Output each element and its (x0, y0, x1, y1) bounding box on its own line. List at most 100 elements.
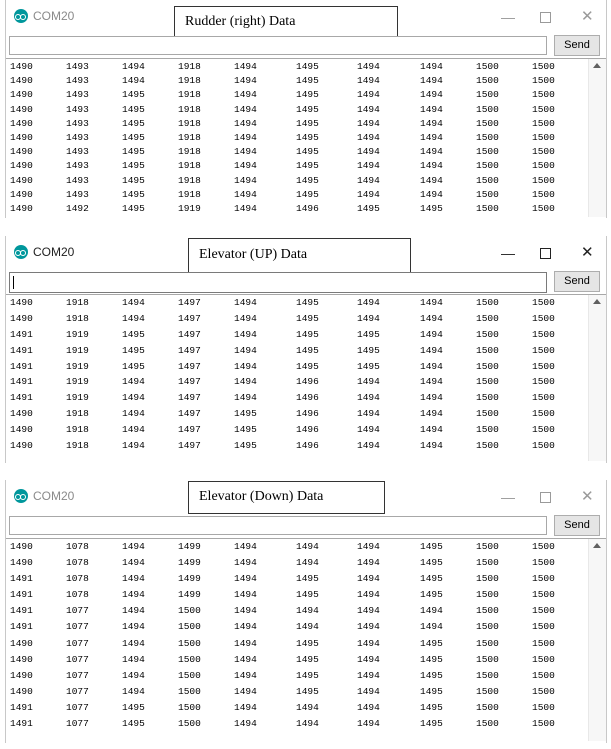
output-value: 1500 (532, 297, 555, 308)
output-value: 1500 (532, 621, 555, 633)
output-value: 1495 (122, 146, 145, 158)
vertical-scrollbar[interactable] (588, 59, 606, 217)
output-row: 1491 1077 1494 1500 1494 1494 1494 1494 1500 1500 (6, 621, 588, 637)
send-button[interactable]: Send (554, 271, 600, 292)
maximize-icon[interactable] (540, 12, 551, 23)
caption-label: Elevator (Down) Data (188, 481, 385, 514)
output-value: 1495 (296, 131, 319, 143)
output-value: 1500 (476, 424, 499, 436)
output-value: 1494 (122, 605, 145, 617)
output-value: 1495 (122, 131, 145, 143)
output-value: 1494 (420, 312, 443, 324)
output-value: 1499 (178, 541, 201, 552)
output-value: 1495 (357, 344, 380, 356)
output-value: 1495 (296, 573, 319, 585)
maximize-icon[interactable] (540, 248, 551, 259)
output-value: 1491 (10, 605, 33, 617)
close-icon[interactable]: ✕ (581, 9, 594, 24)
output-value: 1500 (532, 188, 555, 200)
output-value: 1491 (10, 701, 33, 713)
output-value: 1490 (10, 89, 33, 101)
close-icon[interactable]: ✕ (581, 489, 594, 504)
output-value: 1078 (66, 573, 89, 585)
output-value: 1494 (122, 589, 145, 601)
output-value: 1495 (122, 174, 145, 186)
output-value: 1919 (66, 328, 89, 340)
output-value: 1918 (66, 312, 89, 324)
scroll-up-arrow-icon[interactable] (593, 63, 601, 68)
output-value: 1494 (234, 344, 257, 356)
vertical-scrollbar[interactable] (588, 539, 606, 741)
output-value: 1491 (10, 328, 33, 340)
output-value: 1078 (66, 589, 89, 601)
output-value: 1495 (420, 701, 443, 713)
output-value: 1500 (476, 541, 499, 552)
output-value: 1918 (178, 89, 201, 101)
output-row: 1490 1493 1495 1918 1494 1495 1494 1494 1500 1500 (6, 160, 588, 174)
minimize-icon[interactable]: — (501, 490, 515, 504)
output-row: 1490 1493 1495 1918 1494 1495 1494 1494 1500 1500 (6, 89, 588, 103)
output-rows: 1490 1078 1494 1499 1494 1494 1494 1495 1500 1500… (6, 541, 588, 734)
output-value: 1500 (476, 61, 499, 72)
output-row: 1490 1493 1495 1918 1494 1495 1494 1494 1500 1500 (6, 104, 588, 118)
output-value: 1499 (178, 573, 201, 585)
output-value: 1494 (357, 440, 380, 452)
output-value: 1495 (357, 202, 380, 214)
serial-input[interactable] (9, 272, 547, 293)
output-value: 1500 (476, 160, 499, 172)
output-value: 1500 (476, 131, 499, 143)
output-value: 1494 (122, 653, 145, 665)
maximize-icon[interactable] (540, 492, 551, 503)
output-row: 1490 1493 1495 1918 1494 1495 1494 1494 1500 1500 (6, 146, 588, 160)
output-value: 1494 (296, 605, 319, 617)
send-bar: Send (6, 514, 606, 538)
output-value: 1500 (178, 653, 201, 665)
minimize-icon[interactable]: — (501, 246, 515, 260)
output-value: 1500 (532, 718, 555, 730)
output-value: 1500 (476, 637, 499, 649)
title-bar: COM20 Elevator (UP) Data — ✕ (6, 236, 606, 274)
output-value: 1494 (420, 131, 443, 143)
output-row: 1490 1493 1495 1918 1494 1495 1494 1494 1500 1500 (6, 132, 588, 146)
vertical-scrollbar[interactable] (588, 295, 606, 461)
serial-input[interactable] (9, 516, 547, 535)
output-value: 1500 (476, 392, 499, 404)
output-value: 1500 (476, 146, 499, 158)
caption-label: Elevator (UP) Data (188, 238, 411, 274)
output-value: 1500 (476, 344, 499, 356)
minimize-icon[interactable]: — (501, 10, 515, 24)
output-value: 1490 (10, 312, 33, 324)
output-row: 1491 1919 1495 1497 1494 1495 1495 1494 1500 1500 (6, 345, 588, 361)
close-icon[interactable]: ✕ (581, 245, 594, 260)
send-button[interactable]: Send (554, 515, 600, 536)
scroll-up-arrow-icon[interactable] (593, 543, 601, 548)
serial-input[interactable] (9, 36, 547, 55)
output-value: 1918 (178, 103, 201, 115)
output-value: 1500 (178, 669, 201, 681)
output-value: 1500 (476, 75, 499, 87)
output-value: 1500 (476, 103, 499, 115)
output-value: 1495 (296, 344, 319, 356)
output-value: 1494 (357, 669, 380, 681)
output-value: 1495 (296, 669, 319, 681)
send-button[interactable]: Send (554, 35, 600, 56)
title-bar: COM20 Elevator (Down) Data — ✕ (6, 480, 606, 514)
output-value: 1500 (532, 541, 555, 552)
scroll-up-arrow-icon[interactable] (593, 299, 601, 304)
output-value: 1500 (476, 589, 499, 601)
output-value: 1494 (122, 573, 145, 585)
output-value: 1494 (234, 701, 257, 713)
output-value: 1495 (420, 202, 443, 214)
output-value: 1494 (357, 75, 380, 87)
output-row: 1491 1919 1494 1497 1494 1496 1494 1494 1500 1500 (6, 392, 588, 408)
output-value: 1495 (122, 117, 145, 129)
output-value: 1494 (122, 637, 145, 649)
output-value: 1495 (296, 297, 319, 308)
output-value: 1500 (532, 424, 555, 436)
output-value: 1494 (420, 174, 443, 186)
output-value: 1500 (532, 117, 555, 129)
output-value: 1495 (122, 160, 145, 172)
output-value: 1497 (178, 424, 201, 436)
output-value: 1496 (296, 408, 319, 420)
output-value: 1490 (10, 408, 33, 420)
